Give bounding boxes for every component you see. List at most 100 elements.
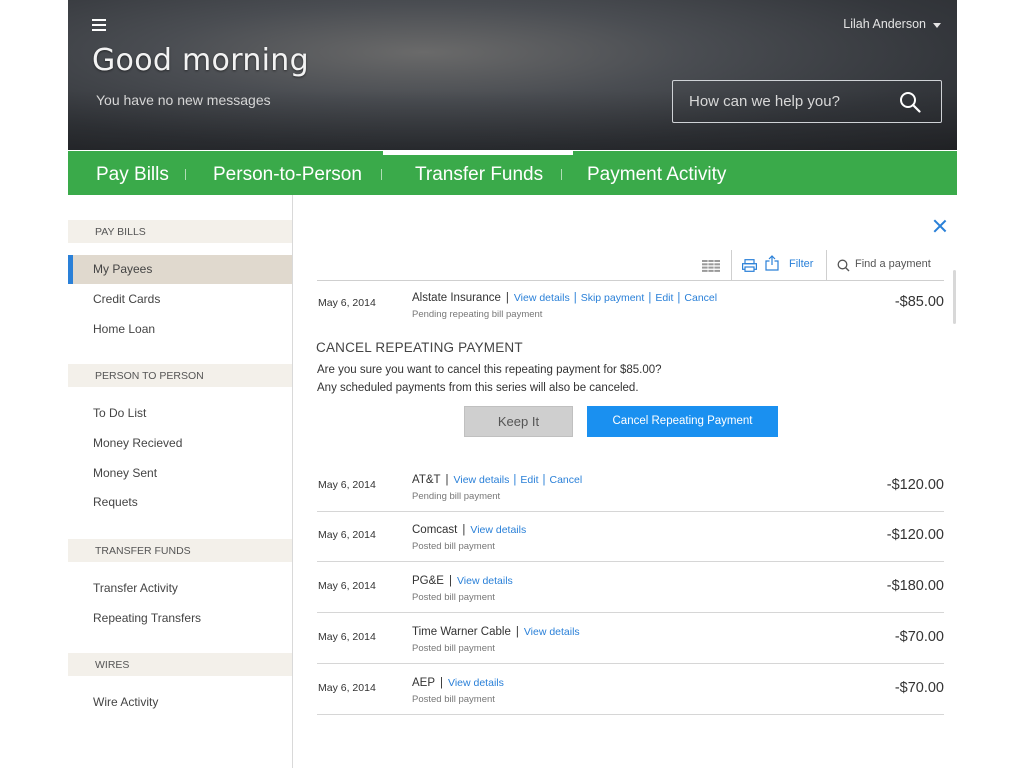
payment-amount: -$120.00	[886, 527, 944, 543]
separator: |	[448, 575, 452, 587]
sidebar-section-transfer-funds: TRANSFER FUNDS	[68, 539, 292, 562]
main-nav: Pay Bills Person-to-Person Transfer Fund…	[68, 151, 957, 195]
app-window: Good morning You have no new messages Li…	[68, 0, 957, 768]
search-icon[interactable]	[899, 91, 921, 113]
print-icon[interactable]	[742, 259, 757, 272]
sidebar-section-pay-bills: PAY BILLS	[68, 220, 292, 243]
sidebar-item-money-sent[interactable]: Money Sent	[68, 459, 292, 488]
header-banner: Good morning You have no new messages Li…	[68, 0, 957, 150]
payment-amount: -$180.00	[886, 578, 944, 594]
sidebar-section-wires: WIRES	[68, 653, 292, 676]
payment-status: Posted bill payment	[412, 592, 495, 603]
payment-date: May 6, 2014	[318, 631, 376, 643]
separator: |	[445, 474, 449, 486]
cancel-panel-title: CANCEL REPEATING PAYMENT	[316, 340, 523, 355]
hamburger-menu-icon[interactable]	[92, 19, 106, 31]
sidebar: PAY BILLS My Payees Credit Cards Home Loan P…	[68, 195, 293, 768]
view-details-link[interactable]: View details	[470, 524, 526, 536]
messages-status: You have no new messages	[96, 92, 271, 108]
view-details-link[interactable]: View details	[454, 474, 510, 486]
cancel-link[interactable]: Cancel	[549, 474, 582, 486]
separator: |	[648, 292, 652, 304]
payee-name: AT&T	[412, 474, 441, 486]
nav-divider	[381, 169, 382, 180]
toolbar-divider	[731, 250, 732, 280]
separator: |	[505, 292, 509, 304]
cancel-repeating-payment-button[interactable]: Cancel Repeating Payment	[587, 406, 778, 437]
payee-name: Alstate Insurance	[412, 292, 501, 304]
edit-link[interactable]: Edit	[655, 292, 673, 304]
tab-transfer-funds[interactable]: Transfer Funds	[382, 151, 574, 195]
sidebar-item-home-loan[interactable]: Home Loan	[68, 315, 292, 344]
nav-divider	[185, 169, 186, 180]
sidebar-item-credit-cards[interactable]: Credit Cards	[68, 285, 292, 314]
separator: |	[440, 677, 444, 689]
sidebar-item-to-do-list[interactable]: To Do List	[68, 399, 292, 428]
payee-name: PG&E	[412, 575, 444, 587]
payment-status: Pending repeating bill payment	[412, 309, 543, 320]
sidebar-item-requets[interactable]: Requets	[68, 488, 292, 517]
payee-name: Time Warner Cable	[412, 626, 511, 638]
payment-row: May 6, 2014 Time Warner Cable | View detail…	[317, 613, 944, 664]
share-icon[interactable]	[765, 255, 779, 271]
payment-title-line: Time Warner Cable | View details	[412, 626, 580, 638]
payment-row: May 6, 2014 PG&E | View details Posted bill …	[317, 562, 944, 613]
payment-amount: -$70.00	[894, 680, 944, 696]
payment-status: Posted bill payment	[412, 541, 495, 552]
keep-it-button[interactable]: Keep It	[464, 406, 573, 437]
toolbar-divider	[826, 250, 827, 280]
sidebar-item-wire-activity[interactable]: Wire Activity	[68, 688, 292, 717]
separator: |	[542, 474, 546, 486]
main-panel: Filter Find a payment May 6, 2014 Alstate…	[294, 195, 957, 768]
payment-status: Posted bill payment	[412, 643, 495, 654]
view-details-link[interactable]: View details	[524, 626, 580, 638]
user-menu[interactable]: Lilah Anderson	[843, 17, 941, 31]
sidebar-item-my-payees[interactable]: My Payees	[68, 255, 292, 284]
view-details-link[interactable]: View details	[448, 677, 504, 689]
payments-toolbar: Filter Find a payment	[317, 250, 944, 281]
tab-payment-activity[interactable]: Payment Activity	[587, 151, 726, 195]
skip-payment-link[interactable]: Skip payment	[581, 292, 645, 304]
greeting-title: Good morning	[92, 43, 309, 78]
payment-title-line: PG&E | View details	[412, 575, 513, 587]
edit-link[interactable]: Edit	[520, 474, 538, 486]
cancel-panel-note: Any scheduled payments from this series …	[317, 382, 639, 394]
sidebar-item-transfer-activity[interactable]: Transfer Activity	[68, 574, 292, 603]
scrollbar[interactable]	[953, 270, 956, 324]
find-payment-button[interactable]: Find a payment	[855, 258, 931, 270]
sidebar-item-money-recieved[interactable]: Money Recieved	[68, 429, 292, 458]
chevron-down-icon	[933, 22, 941, 28]
payment-amount: -$85.00	[894, 294, 944, 310]
payee-name: AEP	[412, 677, 436, 689]
separator: |	[573, 292, 577, 304]
payment-date: May 6, 2014	[318, 297, 376, 309]
payment-date: May 6, 2014	[318, 529, 376, 541]
close-icon[interactable]	[933, 219, 947, 233]
separator: |	[513, 474, 517, 486]
separator: |	[462, 524, 466, 536]
payment-date: May 6, 2014	[318, 479, 376, 491]
payment-status: Pending bill payment	[412, 491, 501, 502]
payment-row: May 6, 2014 Comcast | View details Posted bi…	[317, 511, 944, 562]
nav-divider	[561, 169, 562, 180]
view-details-link[interactable]: View details	[514, 292, 570, 304]
payee-name: Comcast	[412, 524, 458, 536]
user-name: Lilah Anderson	[843, 17, 926, 31]
payment-row: May 6, 2014 AT&T | View details | Edit | Cancel…	[317, 461, 944, 512]
payment-row: May 6, 2014 AEP | View details Posted bill p…	[317, 664, 944, 715]
search-input[interactable]	[673, 81, 893, 122]
payment-date: May 6, 2014	[318, 580, 376, 592]
separator: |	[515, 626, 519, 638]
tab-pay-bills[interactable]: Pay Bills	[96, 151, 169, 195]
cancel-link[interactable]: Cancel	[684, 292, 717, 304]
filter-button[interactable]: Filter	[789, 258, 813, 270]
payment-amount: -$70.00	[894, 629, 944, 645]
view-details-link[interactable]: View details	[457, 575, 513, 587]
search-icon[interactable]	[837, 259, 850, 272]
list-view-icon[interactable]	[702, 260, 720, 272]
sidebar-item-repeating-transfers[interactable]: Repeating Transfers	[68, 604, 292, 633]
payment-title-line: AT&T | View details | Edit | Cancel	[412, 474, 582, 486]
tab-person-to-person[interactable]: Person-to-Person	[213, 151, 362, 195]
search-box	[672, 80, 942, 123]
payment-row: May 6, 2014 Alstate Insurance | View detail…	[317, 282, 944, 333]
